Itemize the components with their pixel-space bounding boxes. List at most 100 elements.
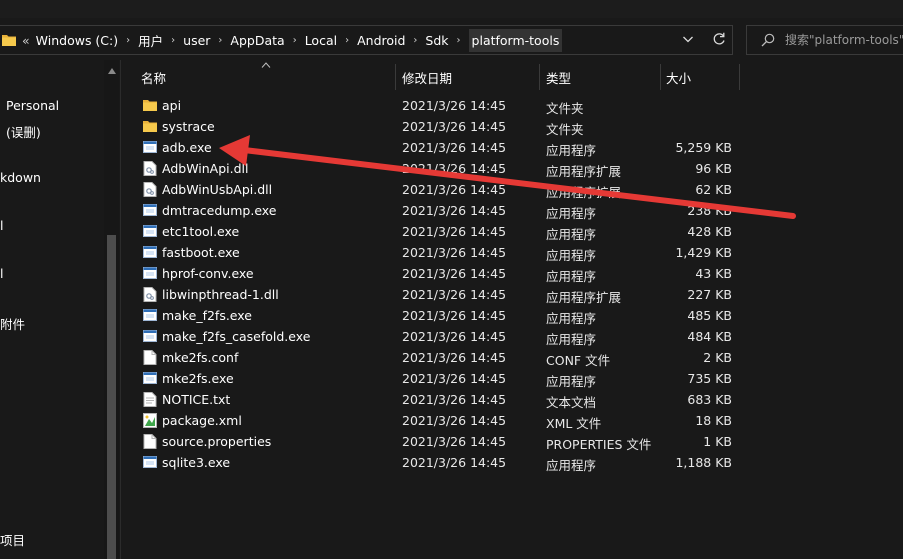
- file-row[interactable]: adb.exe 2021/3/26 14:45 应用程序 5,259 KB: [121, 137, 903, 158]
- column-divider[interactable]: [739, 64, 740, 90]
- breadcrumb-sdk[interactable]: Sdk: [425, 33, 448, 48]
- file-date: 2021/3/26 14:45: [402, 98, 507, 113]
- exe-icon: [143, 371, 157, 386]
- file-row[interactable]: hprof-conv.exe 2021/3/26 14:45 应用程序 43 KB: [121, 263, 903, 284]
- search-input[interactable]: [785, 31, 903, 49]
- chevron-right-icon[interactable]: ›: [126, 35, 130, 46]
- refresh-icon[interactable]: [711, 31, 727, 47]
- chevron-right-icon[interactable]: ›: [457, 35, 461, 46]
- file-row[interactable]: libwinpthread-1.dll 2021/3/26 14:45 应用程序扩展…: [121, 284, 903, 305]
- breadcrumb-local[interactable]: Local: [305, 33, 337, 48]
- nav-item-deleted[interactable]: (误删): [6, 122, 41, 141]
- file-name[interactable]: hprof-conv.exe: [162, 266, 254, 281]
- column-size[interactable]: 大小: [666, 68, 691, 87]
- address-bar[interactable]: « Windows (C:) › 用户 › user › AppData › L…: [0, 25, 733, 55]
- file-type: 应用程序: [546, 332, 597, 347]
- file-name[interactable]: api: [162, 98, 181, 113]
- file-name[interactable]: systrace: [162, 119, 215, 134]
- sidebar-scrollbar[interactable]: [104, 60, 119, 559]
- scrollbar-thumb[interactable]: [107, 235, 116, 559]
- file-name[interactable]: mke2fs.conf: [162, 350, 238, 365]
- file-row[interactable]: api 2021/3/26 14:45 文件夹: [121, 95, 903, 116]
- file-type: 文本文档: [546, 395, 597, 410]
- file-row[interactable]: sqlite3.exe 2021/3/26 14:45 应用程序 1,188 KB: [121, 452, 903, 473]
- column-divider[interactable]: [539, 64, 540, 90]
- file-size: 485 KB: [687, 308, 732, 323]
- column-type[interactable]: 类型: [546, 68, 571, 87]
- nav-item-projects[interactable]: 项目: [0, 530, 25, 549]
- sort-ascending-icon: [261, 62, 271, 68]
- breadcrumb-appdata[interactable]: AppData: [230, 33, 284, 48]
- file-size: 735 KB: [687, 371, 732, 386]
- file-type: 应用程序: [546, 269, 597, 284]
- file-size: 18 KB: [695, 413, 732, 428]
- file-name[interactable]: adb.exe: [162, 140, 212, 155]
- file-row[interactable]: fastboot.exe 2021/3/26 14:45 应用程序 1,429 KB: [121, 242, 903, 263]
- exe-icon: [143, 224, 157, 239]
- file-name[interactable]: AdbWinApi.dll: [162, 161, 249, 176]
- nav-item-5[interactable]: l: [0, 218, 3, 233]
- scroll-up-icon[interactable]: [108, 68, 116, 74]
- file-type: 应用程序扩展: [546, 290, 622, 305]
- file-row[interactable]: NOTICE.txt 2021/3/26 14:45 文本文档 683 KB: [121, 389, 903, 410]
- file-name[interactable]: source.properties: [162, 434, 271, 449]
- file-row[interactable]: systrace 2021/3/26 14:45 文件夹: [121, 116, 903, 137]
- file-row[interactable]: dmtracedump.exe 2021/3/26 14:45 应用程序 238 KB: [121, 200, 903, 221]
- exe-icon: [143, 140, 157, 155]
- nav-item-attachments[interactable]: 附件: [0, 314, 25, 333]
- file-size: 484 KB: [687, 329, 732, 344]
- file-name[interactable]: etc1tool.exe: [162, 224, 239, 239]
- breadcrumb-overflow-icon[interactable]: «: [22, 33, 30, 48]
- file-name[interactable]: sqlite3.exe: [162, 455, 230, 470]
- file-name[interactable]: libwinpthread-1.dll: [162, 287, 279, 302]
- file-name[interactable]: make_f2fs.exe: [162, 308, 252, 323]
- column-name[interactable]: 名称: [141, 68, 166, 87]
- search-box[interactable]: [746, 25, 903, 55]
- file-name[interactable]: AdbWinUsbApi.dll: [162, 182, 272, 197]
- column-date[interactable]: 修改日期: [402, 68, 452, 87]
- chevron-right-icon[interactable]: ›: [293, 35, 297, 46]
- column-divider[interactable]: [660, 64, 661, 90]
- file-type: 文件夹: [546, 101, 584, 116]
- file-date: 2021/3/26 14:45: [402, 182, 507, 197]
- file-date: 2021/3/26 14:45: [402, 287, 507, 302]
- file-row[interactable]: AdbWinUsbApi.dll 2021/3/26 14:45 应用程序扩展 62 …: [121, 179, 903, 200]
- file-name[interactable]: mke2fs.exe: [162, 371, 234, 386]
- file-name[interactable]: fastboot.exe: [162, 245, 240, 260]
- chevron-right-icon[interactable]: ›: [218, 35, 222, 46]
- chevron-right-icon[interactable]: ›: [171, 35, 175, 46]
- file-name[interactable]: NOTICE.txt: [162, 392, 230, 407]
- file-icon: [143, 350, 157, 365]
- file-name[interactable]: package.xml: [162, 413, 242, 428]
- chevron-down-icon[interactable]: [682, 33, 694, 45]
- file-size: 238 KB: [687, 203, 732, 218]
- chevron-right-icon[interactable]: ›: [413, 35, 417, 46]
- breadcrumb-users[interactable]: 用户: [138, 31, 163, 50]
- breadcrumb-platform-tools[interactable]: platform-tools: [468, 28, 563, 52]
- file-date: 2021/3/26 14:45: [402, 224, 507, 239]
- file-name[interactable]: dmtracedump.exe: [162, 203, 277, 218]
- folder-icon: [143, 98, 157, 113]
- breadcrumb-user[interactable]: user: [183, 33, 210, 48]
- file-row[interactable]: source.properties 2021/3/26 14:45 PROPERTI…: [121, 431, 903, 452]
- file-type: 应用程序: [546, 311, 597, 326]
- file-row[interactable]: mke2fs.conf 2021/3/26 14:45 CONF 文件 2 KB: [121, 347, 903, 368]
- file-row[interactable]: mke2fs.exe 2021/3/26 14:45 应用程序 735 KB: [121, 368, 903, 389]
- file-row[interactable]: make_f2fs.exe 2021/3/26 14:45 应用程序 485 KB: [121, 305, 903, 326]
- chevron-right-icon[interactable]: ›: [345, 35, 349, 46]
- file-row[interactable]: AdbWinApi.dll 2021/3/26 14:45 应用程序扩展 96 KB: [121, 158, 903, 179]
- breadcrumb-android[interactable]: Android: [357, 33, 405, 48]
- exe-icon: [143, 455, 157, 470]
- breadcrumb-drive[interactable]: Windows (C:): [36, 33, 118, 48]
- nav-item-6[interactable]: l: [0, 266, 3, 281]
- file-row[interactable]: make_f2fs_casefold.exe 2021/3/26 14:45 应用程…: [121, 326, 903, 347]
- file-date: 2021/3/26 14:45: [402, 245, 507, 260]
- exe-icon: [143, 308, 157, 323]
- navigation-pane: Personal (误删) kdown l l 附件 项目: [0, 60, 120, 559]
- nav-item-personal[interactable]: Personal: [6, 98, 59, 113]
- nav-item-markdown[interactable]: kdown: [0, 170, 41, 185]
- file-row[interactable]: package.xml 2021/3/26 14:45 XML 文件 18 KB: [121, 410, 903, 431]
- file-name[interactable]: make_f2fs_casefold.exe: [162, 329, 310, 344]
- file-row[interactable]: etc1tool.exe 2021/3/26 14:45 应用程序 428 KB: [121, 221, 903, 242]
- column-divider[interactable]: [395, 64, 396, 90]
